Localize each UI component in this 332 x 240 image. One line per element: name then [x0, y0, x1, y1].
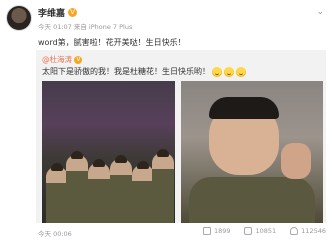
repost-photo-group[interactable]	[42, 81, 175, 223]
repost-photo-selfie[interactable]	[181, 81, 323, 223]
repost-author-link[interactable]: @杜海涛	[42, 55, 72, 64]
post-actions: 1899 10851 112546	[202, 227, 326, 235]
share-button[interactable]: 1899	[202, 227, 231, 235]
photo-vest	[189, 177, 315, 223]
comment-count: 10851	[255, 227, 277, 235]
post-header: 李维嘉 V	[38, 6, 78, 19]
repost-vip-badge-icon: V	[74, 56, 83, 64]
laughing-emoji-icon	[212, 66, 222, 77]
comment-icon	[244, 227, 253, 235]
photo-figure	[66, 151, 88, 223]
repost-text-line: 太阳下是骄傲的我！我是杜糖花！生日快乐哟！	[42, 66, 246, 77]
repost-card[interactable]: @杜海涛 V 太阳下是骄傲的我！我是杜糖花！生日快乐哟！	[36, 50, 326, 223]
photo-figure	[88, 159, 110, 223]
user-avatar[interactable]	[6, 5, 32, 31]
like-count: 112546	[301, 227, 326, 235]
post-meta: 今天 01:07 来自 iPhone 7 Plus	[38, 23, 133, 31]
post-username[interactable]: 李维嘉	[38, 6, 65, 19]
like-icon	[290, 227, 299, 235]
photo-figure	[132, 161, 154, 223]
laughing-emoji-icon	[224, 66, 234, 77]
repost-author-line: @杜海涛 V	[42, 54, 83, 65]
share-icon	[202, 227, 211, 235]
photo-hair	[209, 97, 279, 119]
photo-figure	[110, 155, 132, 223]
comment-button[interactable]: 10851	[244, 227, 276, 235]
photo-hand	[281, 143, 311, 179]
laughing-emoji-icon	[236, 66, 246, 77]
photo-figure	[46, 163, 68, 223]
post-text: word第，腻害啦！花开美哒！生日快乐！	[38, 38, 186, 47]
like-button[interactable]: 112546	[290, 227, 326, 235]
photo-figure	[152, 149, 174, 223]
vip-badge-icon: V	[68, 8, 78, 17]
repost-text: 太阳下是骄傲的我！我是杜糖花！生日快乐哟！	[42, 67, 210, 76]
share-count: 1899	[213, 227, 231, 235]
post-footer: 今天 00:06 1899 10851 112546	[0, 225, 332, 240]
footer-time: 今天 00:06	[38, 230, 72, 238]
chevron-down-icon[interactable]: ⌄	[316, 7, 324, 17]
